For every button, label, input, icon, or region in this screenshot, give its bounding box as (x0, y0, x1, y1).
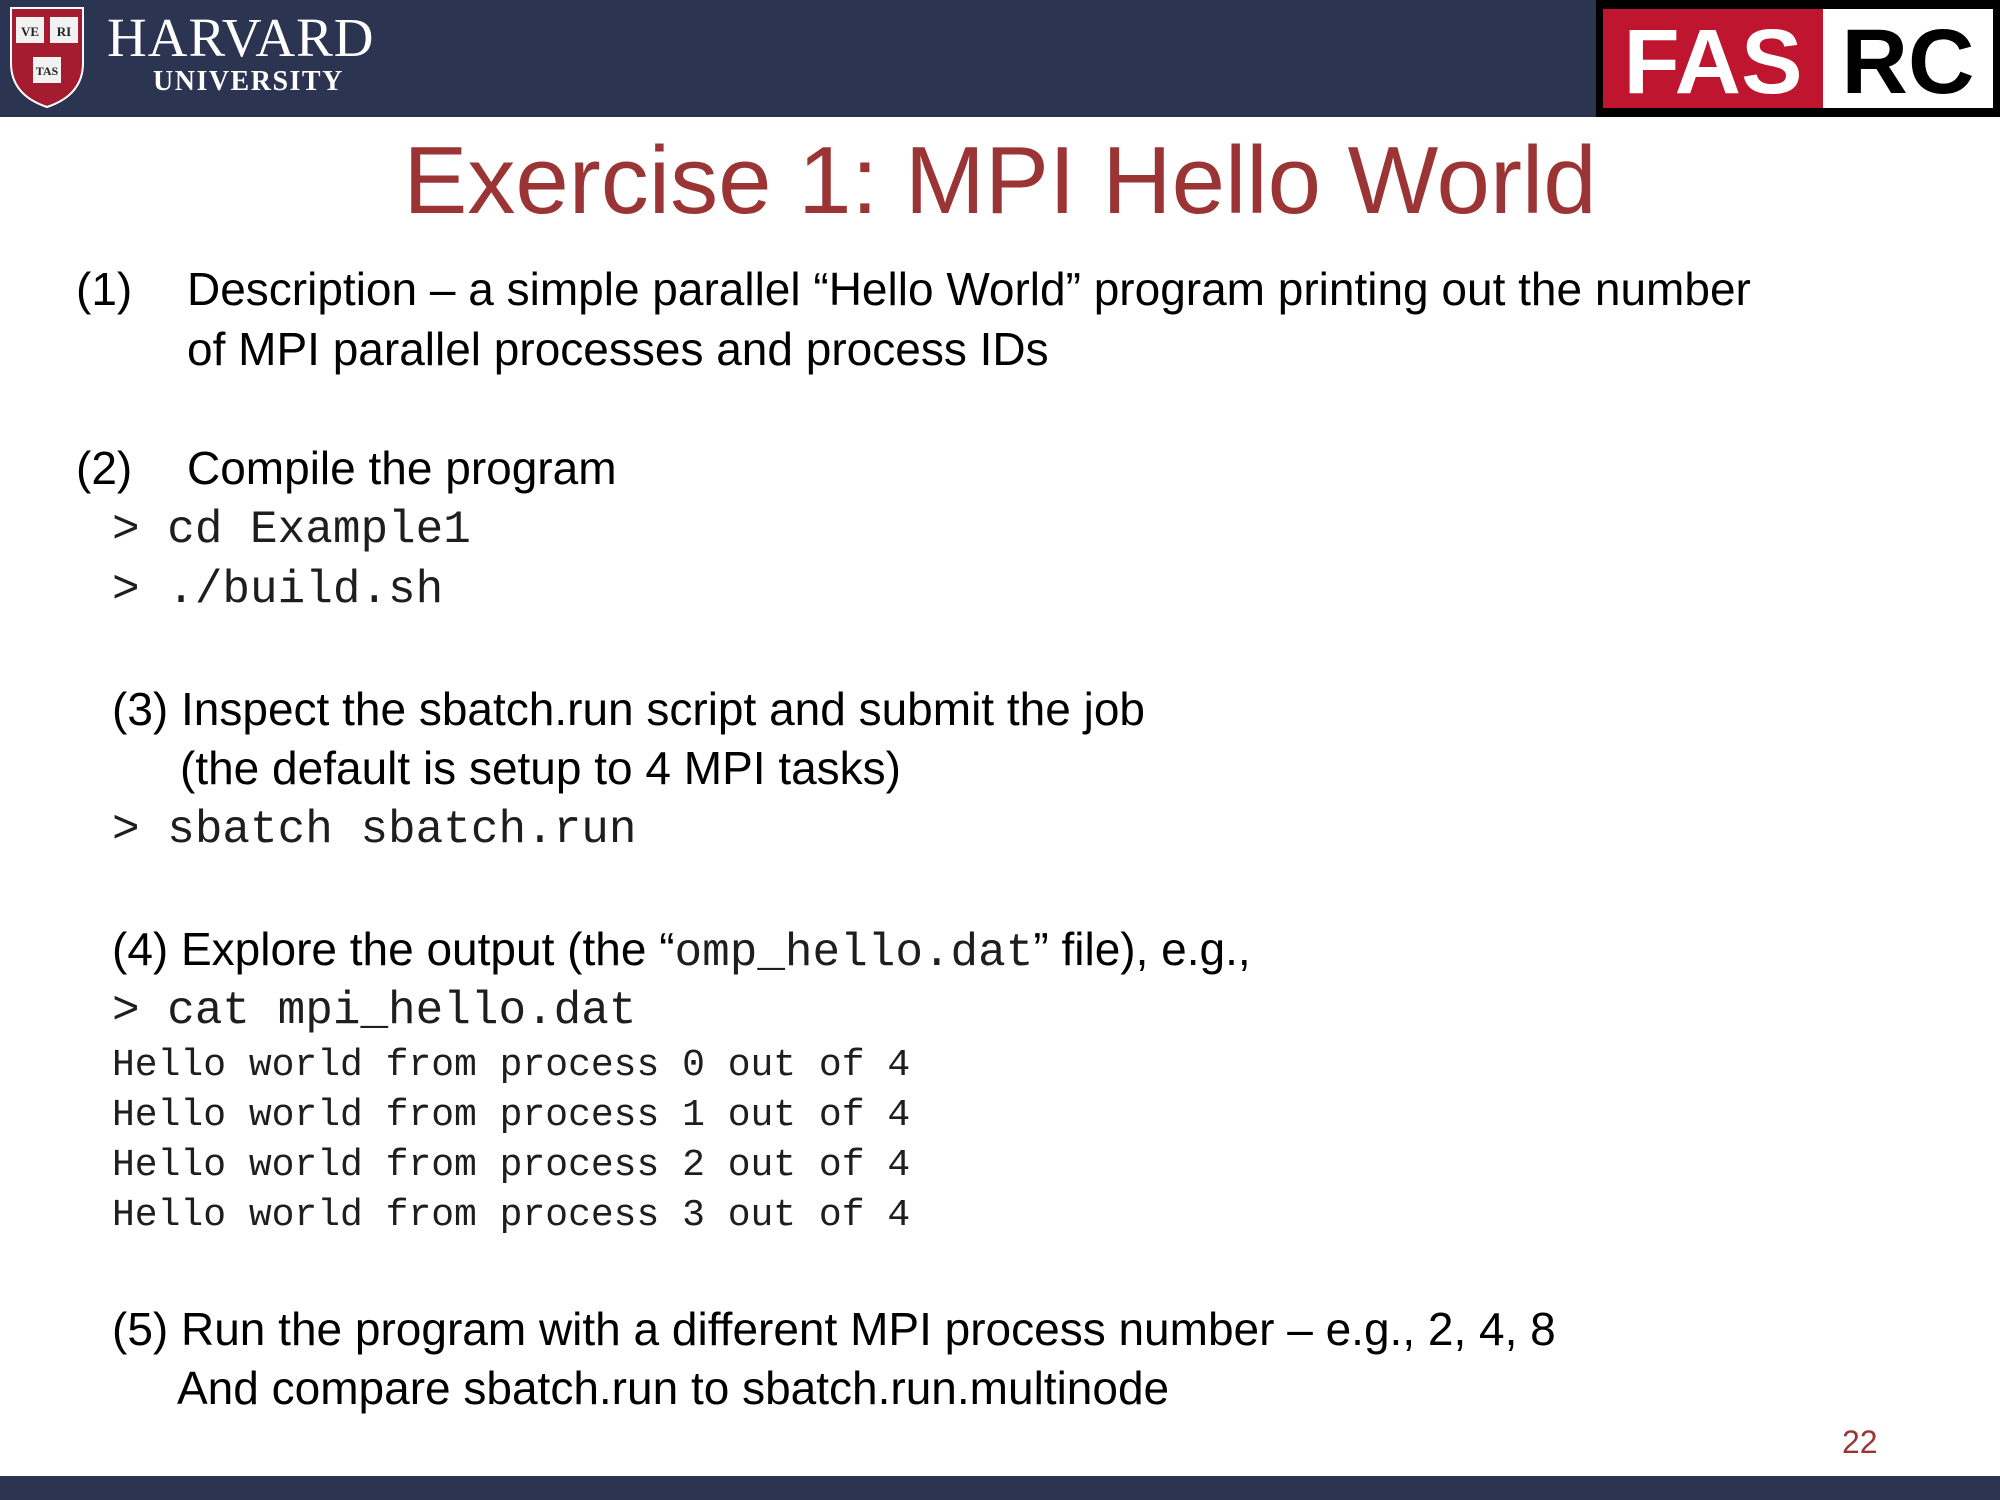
shield-text-tas: TAS (36, 64, 59, 78)
step-4-filename: omp_hello.dat (674, 927, 1034, 979)
logo-fas-text: FAS (1624, 11, 1803, 113)
command-build: > ./build.sh (112, 564, 444, 616)
output-line-1: Hello world from process 1 out of 4 (112, 1094, 911, 1137)
step-4-text: (4) Explore the output (the “omp_hello.d… (112, 922, 1251, 981)
step-5-line-2: And compare sbatch.run to sbatch.run.mul… (177, 1362, 1170, 1414)
step-2-text: Compile the program (187, 442, 617, 494)
command-cat: > cat mpi_hello.dat (112, 985, 637, 1037)
step-3-line-1: (3) Inspect the sbatch.run script and su… (112, 683, 1145, 735)
header-bar: VE RI TAS HARVARD UNIVERSITY FAS RC (0, 0, 2000, 117)
shield-text-ve: VE (21, 24, 39, 39)
step-1-number: (1) (76, 263, 133, 315)
shield-text-ri: RI (57, 24, 71, 39)
step-4-text-after: ” file), e.g., (1033, 923, 1251, 975)
step-5-line-1: (5) Run the program with a different MPI… (112, 1303, 1556, 1355)
harvard-shield-icon: VE RI TAS (10, 7, 84, 109)
university-subtitle: UNIVERSITY (153, 66, 344, 97)
university-name: HARVARD (107, 7, 375, 68)
footer-bar (0, 1476, 2000, 1500)
step-2-number: (2) (76, 442, 133, 494)
output-line-2: Hello world from process 2 out of 4 (112, 1144, 911, 1187)
command-sbatch: > sbatch sbatch.run (112, 804, 637, 856)
logo-rc-text: RC (1842, 11, 1975, 113)
command-cd: > cd Example1 (112, 504, 471, 556)
step-4-text-before: (4) Explore the output (the “ (112, 923, 675, 975)
page-number: 22 (1842, 1424, 1878, 1460)
output-line-3: Hello world from process 3 out of 4 (112, 1194, 911, 1237)
output-line-0: Hello world from process 0 out of 4 (112, 1044, 911, 1087)
slide-title: Exercise 1: MPI Hello World (403, 127, 1597, 234)
step-3-line-2: (the default is setup to 4 MPI tasks) (180, 742, 901, 794)
step-1-line-1: Description – a simple parallel “Hello W… (187, 263, 1751, 315)
step-1-line-2: of MPI parallel processes and process ID… (187, 323, 1049, 375)
fasrc-logo: FAS RC (1596, 0, 2000, 117)
